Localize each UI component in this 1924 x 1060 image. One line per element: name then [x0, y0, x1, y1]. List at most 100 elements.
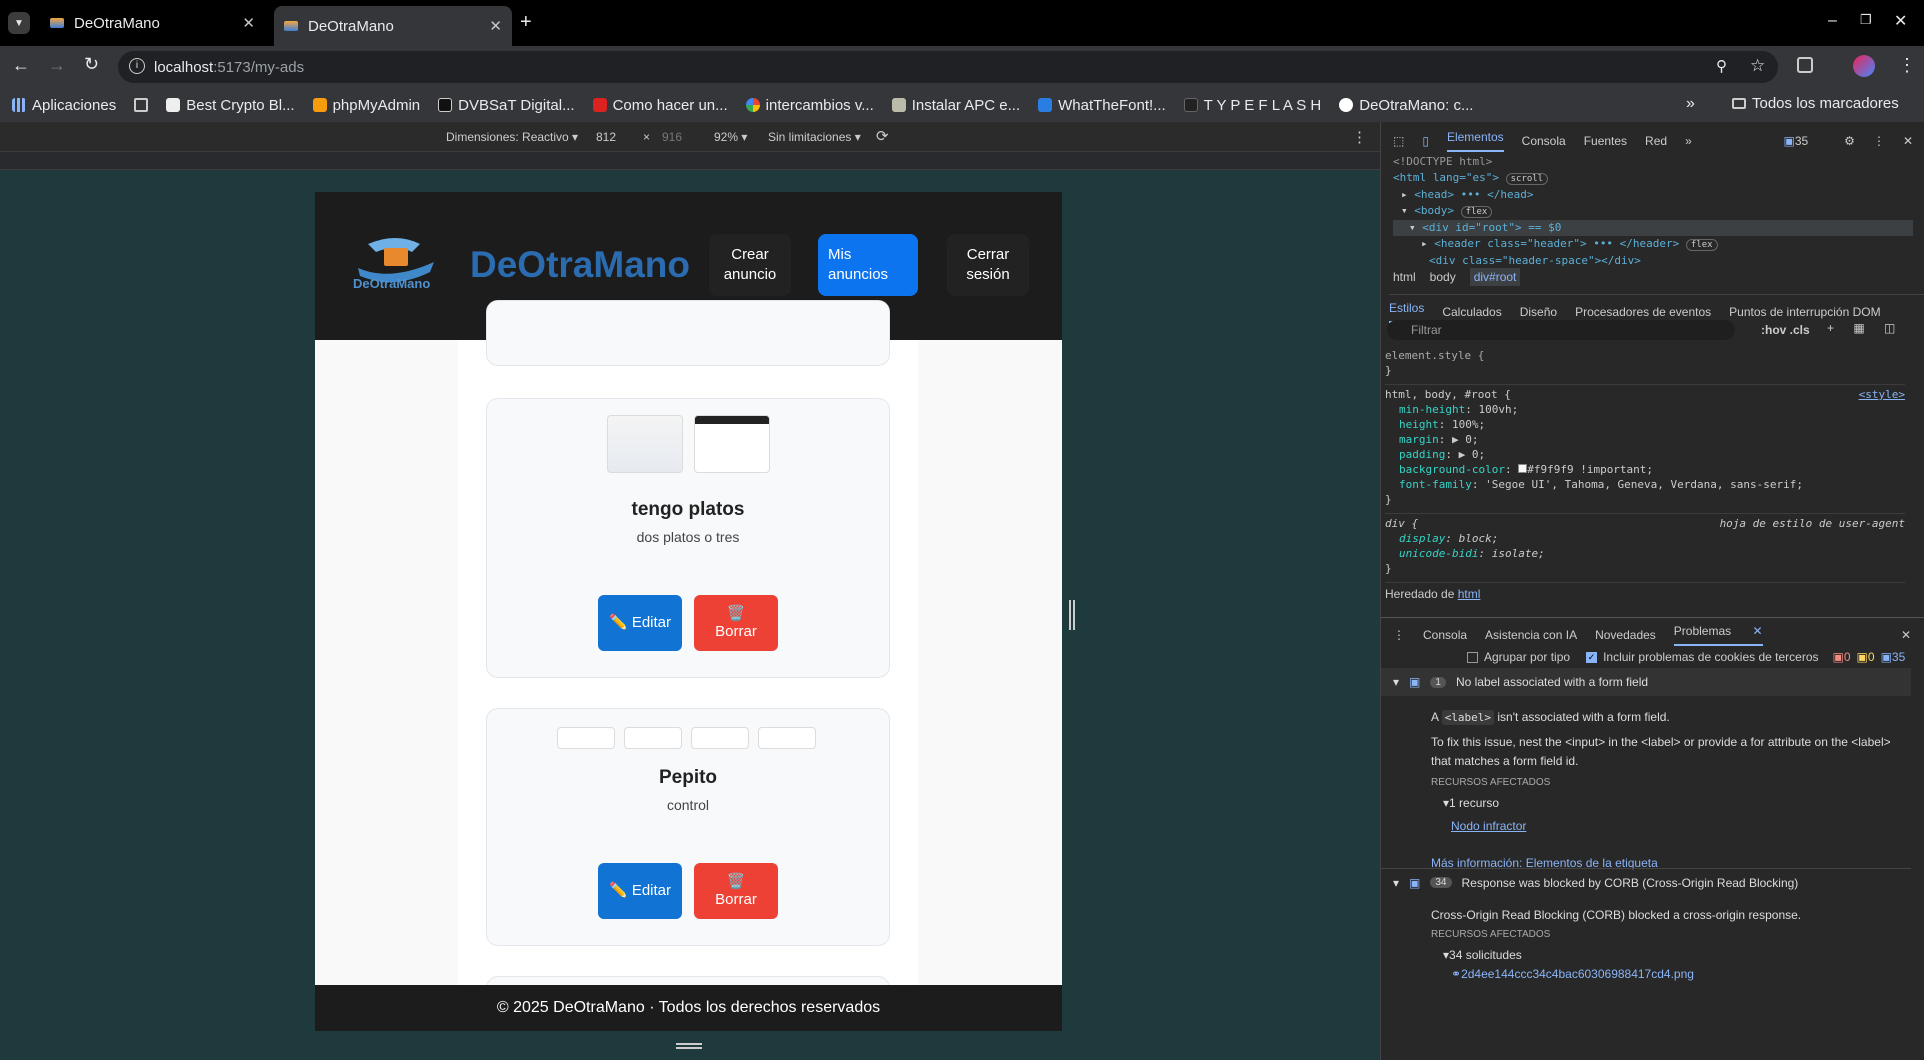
minimize-icon[interactable]: – [1828, 12, 1837, 30]
bookmark-item[interactable]: Instalar APC e... [891, 97, 1020, 114]
more-bookmarks-icon[interactable]: » [1686, 95, 1695, 113]
flex-badge[interactable]: flex [1685, 239, 1718, 251]
site-title[interactable]: DeOtraMano [470, 244, 690, 286]
ad-thumbnail[interactable] [607, 415, 683, 473]
tab-dom-breakpoints[interactable]: Puntos de interrupción DOM [1729, 305, 1880, 319]
styles-filter-input[interactable]: Filtrar [1387, 320, 1735, 340]
width-input[interactable]: 812 [596, 130, 616, 144]
reload-icon[interactable]: ↻ [84, 54, 99, 75]
restore-icon[interactable]: ❐ [1860, 12, 1872, 28]
bookmark-grid[interactable] [134, 98, 154, 112]
bookmark-item[interactable]: phpMyAdmin [312, 97, 420, 114]
rotate-icon[interactable]: ⟳ [876, 127, 889, 145]
close-window-icon[interactable]: ✕ [1894, 11, 1907, 31]
dom-header-space[interactable]: <div class="header-space"></div> [1393, 253, 1913, 269]
tab-sources[interactable]: Fuentes [1584, 134, 1627, 148]
color-swatch[interactable] [1518, 464, 1528, 473]
delete-button[interactable]: 🗑️ Borrar [694, 595, 778, 651]
crumb-html[interactable]: html [1393, 270, 1416, 284]
bookmark-star-icon[interactable]: ☆ [1750, 56, 1765, 76]
tab-network[interactable]: Red [1645, 134, 1667, 148]
inspect-icon[interactable]: ⬚ [1393, 134, 1404, 148]
back-icon[interactable]: ← [12, 55, 30, 76]
close-drawer-icon[interactable]: ✕ [1901, 628, 1911, 642]
crumb-root[interactable]: div#root [1469, 268, 1521, 286]
ad-thumbnail[interactable] [758, 727, 816, 749]
bookmark-item[interactable]: DVBSaT Digital... [438, 97, 575, 114]
decl[interactable]: height: 100%; [1385, 417, 1905, 432]
ad-thumbnail[interactable] [624, 727, 682, 749]
issue-header[interactable]: ▾ ▣ 1 No label associated with a form fi… [1381, 668, 1911, 696]
issue-header[interactable]: ▾ ▣ 34 Response was blocked by CORB (Cro… [1381, 868, 1911, 896]
dom-head[interactable]: ▸ <head> ••• </head> [1393, 187, 1913, 203]
rule-source-link[interactable]: <style> [1859, 387, 1905, 402]
more-options-icon[interactable]: ⋮ [1352, 128, 1367, 146]
tab-computed[interactable]: Calculados [1442, 305, 1501, 319]
settings-gear-icon[interactable]: ⚙ [1844, 134, 1855, 148]
device-toggle-icon[interactable]: ▯ [1422, 134, 1429, 148]
dom-root-selected[interactable]: ▾ <div id="root"> == $0 [1393, 220, 1913, 236]
drawer-menu-icon[interactable]: ⋮ [1393, 628, 1405, 642]
dom-body[interactable]: ▾ <body> flex [1393, 203, 1913, 220]
third-party-checkbox[interactable]: ✓ [1586, 651, 1598, 663]
delete-button[interactable]: 🗑️ Borrar [694, 863, 778, 919]
bookmark-item[interactable]: Como hacer un... [592, 97, 728, 114]
element-style-rule[interactable]: element.style { [1385, 348, 1905, 363]
ad-thumbnail[interactable] [694, 415, 770, 473]
dimensions-dropdown[interactable]: Dimensiones: Reactivo ▾ [446, 130, 578, 144]
ad-thumbnail[interactable] [691, 727, 749, 749]
address-bar[interactable]: i localhost:5173/my-ads ⚲ ☆ [118, 51, 1778, 83]
throttle-dropdown[interactable]: Sin limitaciones ▾ [768, 130, 861, 144]
close-tab-icon[interactable]: ✕ [242, 14, 255, 32]
resource-toggle[interactable]: ▾1 recurso [1431, 794, 1901, 813]
brand-logo[interactable]: DeOtraMano [350, 232, 442, 294]
issues-badge[interactable]: ▣35 [1783, 134, 1826, 148]
decl[interactable]: font-family: 'Segoe UI', Tahoma, Geneva,… [1385, 477, 1905, 492]
request-item[interactable]: ⚭2d4ee144ccc34c4bac60306988417cd4.png [1431, 965, 1901, 984]
dom-html[interactable]: <html lang="es"> scroll [1393, 170, 1913, 187]
filter-tools[interactable]: :hov .cls [1761, 323, 1810, 337]
rule-selector[interactable]: html, body, #root { [1385, 387, 1511, 402]
forward-icon[interactable]: → [48, 55, 66, 76]
resize-handle[interactable] [1069, 600, 1075, 630]
tab-event-listeners[interactable]: Procesadores de eventos [1575, 305, 1711, 319]
devtools-menu-icon[interactable]: ⋮ [1873, 134, 1885, 148]
tab-2-active[interactable]: DeOtraMano ✕ [274, 6, 512, 46]
edit-button[interactable]: ✏️ Editar [598, 595, 682, 651]
zoom-icon[interactable]: ⚲ [1716, 57, 1727, 75]
dom-header[interactable]: ▸ <header class="header"> ••• </header> … [1393, 236, 1913, 253]
tab-1[interactable]: DeOtraMano ✕ [40, 8, 265, 38]
decl[interactable]: padding: ▶ 0; [1385, 447, 1905, 462]
drawer-tab-ai[interactable]: Asistencia con IA [1485, 628, 1577, 642]
drawer-tab-whatsnew[interactable]: Novedades [1595, 628, 1656, 642]
close-devtools-icon[interactable]: ✕ [1903, 134, 1913, 148]
my-ads-button[interactable]: Mis anuncios [818, 234, 918, 296]
edit-button[interactable]: ✏️ Editar [598, 863, 682, 919]
all-bookmarks[interactable]: Todos los marcadores [1732, 95, 1899, 112]
styles-toolbar-icons[interactable]: + ▦ ◫ [1827, 321, 1903, 335]
bookmark-item[interactable]: DeOtraMano: c... [1339, 97, 1473, 114]
decl[interactable]: min-height: 100vh; [1385, 402, 1905, 417]
close-tab-icon[interactable]: ✕ [489, 17, 502, 35]
logout-button[interactable]: Cerrar sesión [947, 234, 1029, 296]
zoom-dropdown[interactable]: 92% ▾ [714, 130, 747, 144]
decl[interactable]: background-color: #f9f9f9 !important; [1385, 462, 1905, 477]
tab-elements[interactable]: Elementos [1446, 130, 1504, 152]
create-ad-button[interactable]: Crear anuncio [709, 234, 791, 296]
dom-doctype[interactable]: <!DOCTYPE html> [1393, 154, 1913, 170]
site-info-icon[interactable]: i [129, 58, 145, 74]
tab-console[interactable]: Consola [1522, 134, 1566, 148]
group-by-type-checkbox[interactable] [1467, 651, 1478, 663]
offending-node-link[interactable]: Nodo infractor [1431, 817, 1901, 836]
scroll-badge[interactable]: scroll [1505, 173, 1549, 185]
resize-handle-bottom[interactable] [676, 1043, 702, 1049]
tab-search-button[interactable]: ▼ [8, 12, 30, 34]
profile-avatar[interactable] [1853, 55, 1875, 77]
bookmark-item[interactable]: T Y P E F L A S H [1183, 97, 1321, 114]
new-tab-button[interactable]: + [520, 11, 532, 34]
more-tabs-icon[interactable]: » [1685, 134, 1692, 148]
bookmark-apps[interactable]: Aplicaciones [12, 97, 116, 114]
inherited-tag-link[interactable]: html [1458, 587, 1481, 601]
extensions-icon[interactable] [1797, 57, 1813, 73]
height-input[interactable]: 916 [662, 130, 682, 144]
